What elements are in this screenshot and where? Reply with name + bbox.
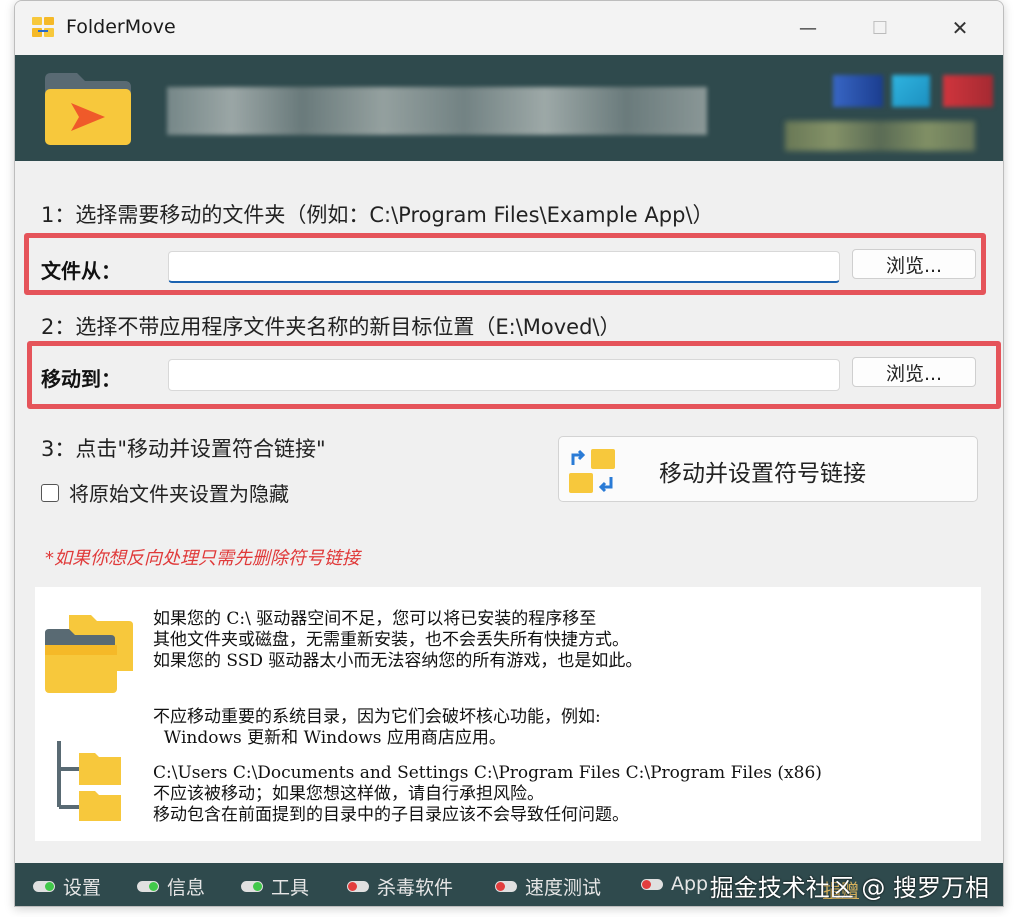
nav-settings[interactable]: 设置	[33, 873, 101, 900]
nav-antivirus[interactable]: 杀毒软件	[347, 873, 453, 900]
badge-logo-3	[943, 75, 993, 107]
nav-tools-label: 工具	[271, 877, 310, 899]
header-banner	[15, 55, 1003, 161]
folder-move-icon	[32, 17, 54, 37]
source-browse-button[interactable]: 浏览...	[852, 249, 976, 279]
status-toggle-icon	[495, 881, 517, 892]
close-button[interactable]: ✕	[937, 11, 983, 45]
window-title: FolderMove	[66, 16, 176, 38]
nav-tools[interactable]: 工具	[241, 873, 309, 900]
step2-label: 2：选择不带应用程序文件夹名称的新目标位置（E:\Moved\）	[41, 315, 621, 339]
hide-original-label: 将原始文件夹设置为隐藏	[69, 482, 289, 506]
nav-antivirus-label: 杀毒软件	[377, 877, 454, 899]
move-and-symlink-label: 移动并设置符号链接	[659, 461, 866, 487]
info-panel: 如果您的 C:\ 驱动器空间不足，您可以将已安装的程序移至 其他文件夹或磁盘，无…	[35, 587, 981, 841]
info-line-3: 如果您的 SSD 驱动器太小而无法容纳您的所有游戏，也是如此。	[153, 651, 643, 671]
target-browse-button[interactable]: 浏览...	[852, 357, 976, 387]
title-bar: FolderMove — ☐ ✕	[15, 1, 1003, 55]
step3-label: 3：点击"移动并设置符合链接"	[41, 437, 326, 461]
hide-original-checkbox[interactable]	[41, 483, 59, 502]
target-path-input[interactable]	[168, 359, 840, 391]
status-toggle-icon	[241, 881, 263, 892]
folder-swap-icon	[569, 449, 615, 493]
info-line-6: C:\Users C:\Documents and Settings C:\Pr…	[153, 763, 822, 783]
folder-tree-icon	[57, 741, 121, 821]
nav-app-label: App	[671, 873, 709, 895]
hide-original-option[interactable]: 将原始文件夹设置为隐藏	[41, 478, 289, 507]
status-toggle-icon	[347, 881, 369, 892]
info-line-7: 不应该被移动；如果您想这样做，请自行承担风险。	[153, 784, 544, 804]
nav-info-label: 信息	[167, 877, 206, 899]
move-and-symlink-button[interactable]: 移动并设置符号链接	[558, 436, 978, 502]
status-toggle-icon	[33, 881, 55, 892]
status-toggle-icon	[641, 878, 663, 890]
nav-info[interactable]: 信息	[137, 873, 205, 900]
maximize-button[interactable]: ☐	[857, 11, 903, 45]
info-line-5: Windows 更新和 Windows 应用商店应用。	[153, 728, 506, 748]
banner-subtitle-blurred	[785, 121, 975, 151]
nav-app[interactable]: App	[641, 873, 708, 895]
source-field-label: 文件从：	[41, 259, 121, 283]
info-line-1: 如果您的 C:\ 驱动器空间不足，您可以将已安装的程序移至	[153, 609, 597, 629]
nav-speedtest[interactable]: 速度测试	[495, 873, 601, 900]
nav-settings-label: 设置	[63, 877, 102, 899]
badge-logo-1	[833, 75, 883, 107]
info-line-2: 其他文件夹或磁盘，无需重新安装，也不会丢失所有快捷方式。	[153, 630, 629, 650]
minimize-button[interactable]: —	[785, 11, 831, 45]
reverse-warning: *如果你想反向处理只需先删除符号链接	[45, 548, 360, 569]
target-field-label: 移动到：	[41, 367, 121, 391]
step1-label: 1：选择需要移动的文件夹（例如：C:\Program Files\Example…	[41, 203, 714, 227]
folders-icon	[45, 615, 133, 693]
source-path-input[interactable]	[168, 251, 840, 283]
banner-title-blurred	[167, 87, 707, 135]
status-toggle-icon	[137, 881, 159, 892]
foldermove-window: FolderMove — ☐ ✕ 1：选择需要移动的文件夹（例如：C:\Prog…	[14, 0, 1004, 907]
folder-play-icon	[45, 73, 131, 145]
watermark-text: 掘金技术社区 @ 搜罗万相	[709, 874, 989, 902]
nav-speedtest-label: 速度测试	[525, 877, 602, 899]
info-line-8: 移动包含在前面提到的目录中的子目录应该不会导致任何问题。	[153, 805, 629, 825]
badge-logo-2	[892, 75, 930, 107]
bottom-nav-bar: 设置 信息 工具 杀毒软件 速度测试 App 捐赠 掘金技术社区 @ 搜罗万相	[15, 863, 1003, 906]
info-line-4: 不应移动重要的系统目录，因为它们会破坏核心功能，例如:	[153, 707, 601, 727]
